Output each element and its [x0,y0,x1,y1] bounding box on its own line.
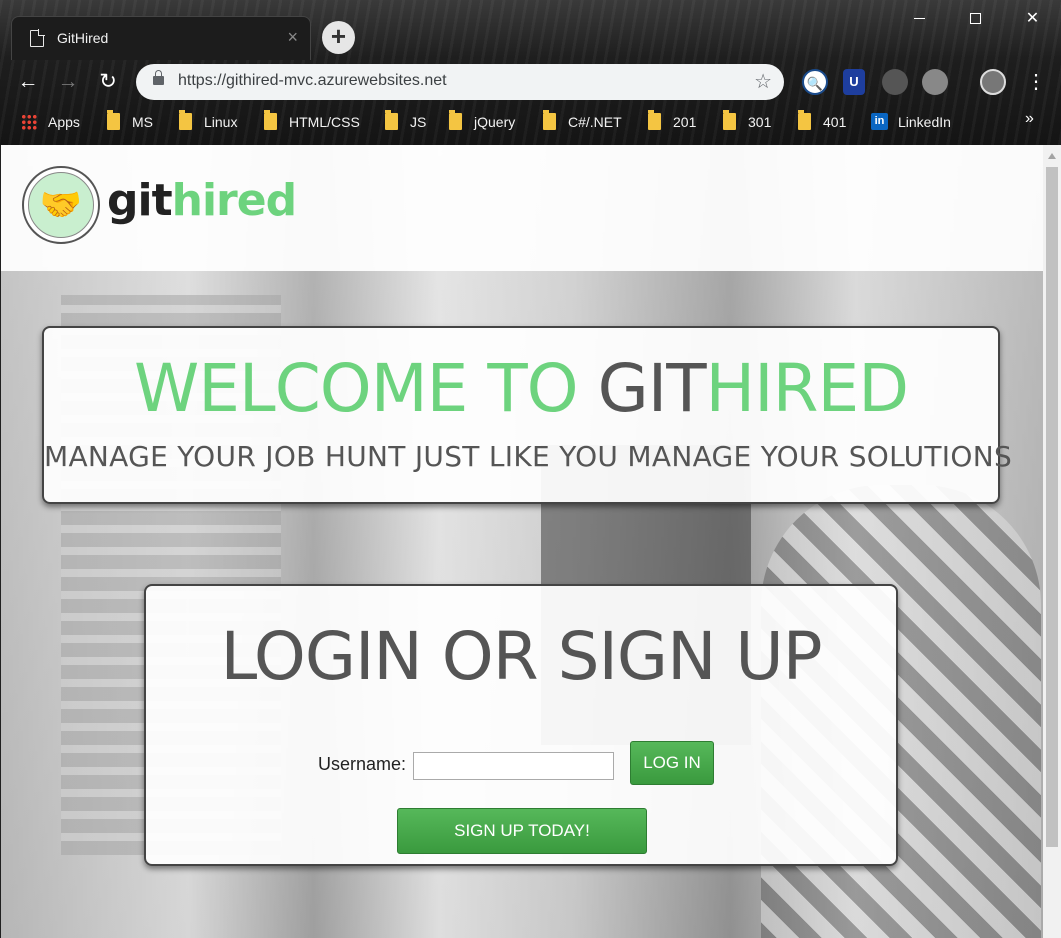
login-button[interactable]: LOG IN [630,741,714,785]
logo-wordmark[interactable]: githired [107,175,297,226]
folder-icon [798,110,811,130]
scrollbar-thumb[interactable] [1046,167,1058,847]
folder-icon [723,110,736,130]
login-panel: LOGIN OR SIGN UP Username: LOG IN SIGN U… [144,584,898,866]
username-input[interactable] [413,752,614,780]
tab-title: GitHired [57,30,109,46]
browser-toolbar: ← → ↻ https://githired-mvc.azurewebsites… [0,60,1061,104]
address-url[interactable]: https://githired-mvc.azurewebsites.net [178,72,447,90]
minimize-button[interactable] [891,0,948,38]
apps-grid-icon [21,114,37,130]
folder-icon [264,110,277,130]
scroll-up-icon[interactable] [1048,153,1056,159]
browser-chrome: GitHired × + ✕ ← → ↻ https://githired-mv… [0,0,1061,145]
more-bookmarks-icon[interactable]: » [1025,110,1034,128]
close-window-button[interactable]: ✕ [1004,0,1061,38]
bookmarks-bar: Apps MS Linux HTML/CSS JS jQuery C#/.NET [0,106,1061,138]
welcome-title: WELCOME TO GITHIRED [133,350,909,427]
logo[interactable]: 🤝 [22,166,100,244]
folder-icon [107,110,120,130]
forward-button[interactable]: → [54,68,82,96]
new-tab-button[interactable]: + [322,21,355,54]
folder-icon [385,110,398,130]
tab-strip: GitHired × + ✕ [0,0,1061,60]
site-header: 🤝 githired [1,145,1043,271]
folder-icon [179,110,192,130]
lock-icon[interactable] [153,70,164,85]
gray-extension-icon[interactable] [882,69,908,95]
robot-extension-icon[interactable] [922,69,948,95]
reload-button[interactable]: ↻ [94,68,122,96]
tab-githired[interactable]: GitHired × [11,16,311,60]
back-button[interactable]: ← [14,68,42,96]
maximize-button[interactable] [947,0,1004,38]
username-label: Username: [318,754,407,774]
browser-menu-icon[interactable]: ⋮ [1026,68,1046,96]
login-heading: LOGIN OR SIGN UP [220,618,822,695]
page-icon [30,29,45,47]
shield-extension-icon[interactable]: U [843,69,865,95]
magnifier-extension-icon[interactable]: 🔍 [802,69,828,95]
signup-button[interactable]: SIGN UP TODAY! [397,808,647,854]
folder-icon [648,110,661,130]
folder-icon [449,110,462,130]
welcome-subtitle: MANAGE YOUR JOB HUNT JUST LIKE YOU MANAG… [44,440,1013,473]
welcome-banner: WELCOME TO GITHIRED MANAGE YOUR JOB HUNT… [42,326,1013,504]
handshake-icon: 🤝 [28,172,94,238]
linkedin-icon: in [871,113,888,130]
minimize-icon [914,18,925,20]
bookmark-star-icon[interactable]: ☆ [754,69,772,94]
page-viewport: 🤝 githired WELCOME TO GITHIRED MANAGE YO… [1,145,1043,938]
profile-avatar-icon[interactable] [980,69,1006,95]
logo-git: git [107,175,173,226]
page-scrollbar[interactable] [1043,145,1061,938]
address-bar[interactable]: https://githired-mvc.azurewebsites.net ☆ [136,64,784,100]
folder-icon [543,110,556,130]
maximize-icon [970,13,981,25]
logo-hired: hired [171,175,297,226]
tab-close-icon[interactable]: × [287,27,298,48]
